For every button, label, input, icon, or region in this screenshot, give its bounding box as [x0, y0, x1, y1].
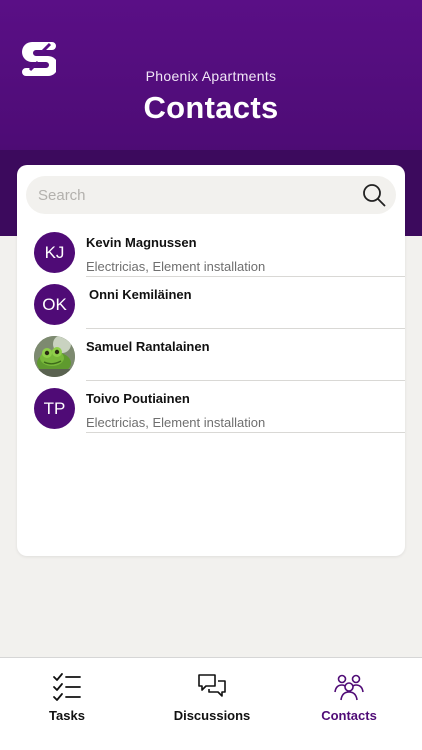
tab-label: Tasks — [49, 708, 85, 723]
search-bar — [26, 176, 396, 214]
contact-row[interactable]: OK Onni Kemiläinen — [17, 277, 405, 329]
checklist-icon — [53, 673, 81, 701]
contact-row[interactable]: Samuel Rantalainen — [17, 329, 405, 381]
contact-role: Electricias, Element installation — [86, 259, 266, 274]
tab-label: Contacts — [321, 708, 377, 723]
contact-row[interactable]: KJ Kevin Magnussen Electricias, Element … — [17, 225, 405, 277]
chat-bubbles-icon — [198, 674, 226, 697]
avatar: KJ — [34, 232, 75, 273]
avatar-photo — [34, 336, 75, 377]
avatar-initials: OK — [42, 294, 67, 314]
divider — [86, 432, 405, 433]
tab-label: Discussions — [173, 708, 251, 723]
frog-photo-icon — [34, 336, 75, 377]
contact-row[interactable]: TP Toivo Poutiainen Electricias, Element… — [17, 381, 405, 433]
contact-list: KJ Kevin Magnussen Electricias, Element … — [17, 225, 405, 433]
page-title: Contacts — [143, 90, 279, 125]
tab-discussions[interactable]: Discussions — [142, 658, 282, 750]
contact-name: Kevin Magnussen — [86, 235, 197, 250]
contacts-card: KJ Kevin Magnussen Electricias, Element … — [17, 165, 405, 556]
people-icon — [334, 674, 364, 701]
project-name: Phoenix Apartments — [145, 68, 277, 84]
avatar-initials: TP — [43, 398, 66, 418]
avatar: TP — [34, 388, 75, 429]
contact-name: Toivo Poutiainen — [86, 391, 190, 406]
search-input[interactable] — [38, 176, 348, 214]
tab-tasks[interactable]: Tasks — [0, 658, 137, 750]
contacts-screen: Phoenix Apartments Contacts KJ Kevin Mag… — [0, 0, 422, 750]
tab-bar: Tasks Discussions Contacts — [0, 657, 422, 750]
contact-role: Electricias, Element installation — [86, 415, 266, 430]
contact-name: Onni Kemiläinen — [89, 287, 192, 302]
search-icon[interactable] — [362, 183, 386, 207]
avatar-initials: KJ — [44, 242, 65, 262]
contact-name: Samuel Rantalainen — [86, 339, 210, 354]
avatar: OK — [34, 284, 75, 325]
tab-contacts[interactable]: Contacts — [279, 658, 419, 750]
